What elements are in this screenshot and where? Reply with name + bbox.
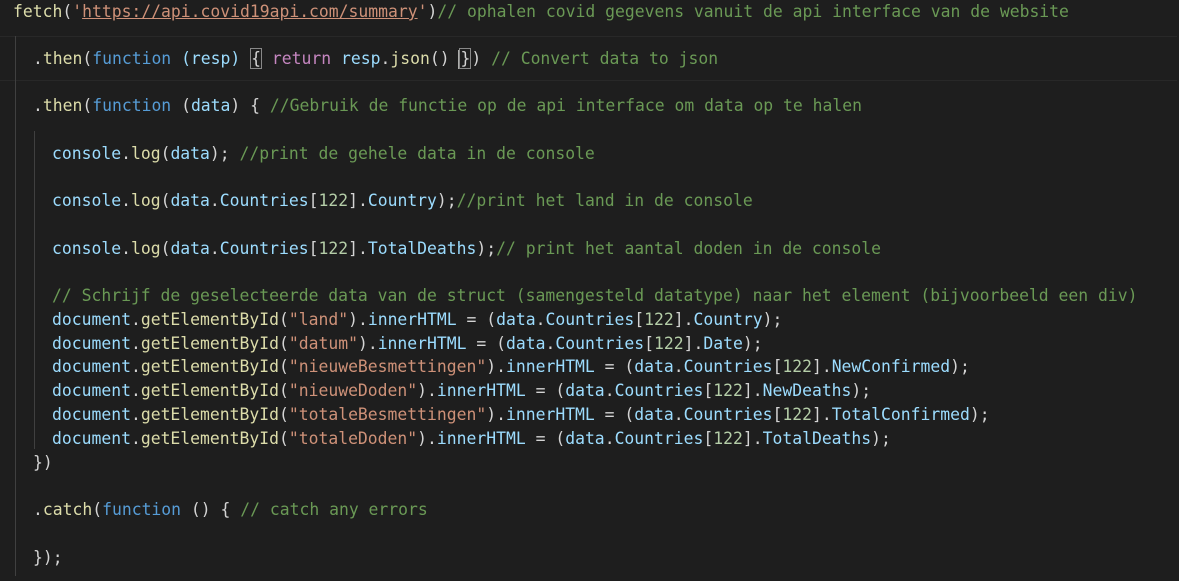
indent-guide <box>15 36 16 576</box>
code-line-2[interactable]: .then(function (resp) { return resp.json… <box>33 47 1179 70</box>
code-line-8[interactable]: document.getElementById("land").innerHTM… <box>52 308 1179 331</box>
code-line-10[interactable]: document.getElementById("nieuweBesmettin… <box>52 355 1179 378</box>
code-line-14[interactable]: }) <box>33 451 1179 474</box>
code-comment: // Schrijf de geselecteerde data van de … <box>52 286 1138 305</box>
code-line-11[interactable]: document.getElementById("nieuweDoden").i… <box>52 379 1179 402</box>
code-line-15[interactable]: .catch(function () { // catch any errors <box>33 498 1179 521</box>
indent-guide <box>34 131 35 449</box>
code-comment: //Gebruik de functie op de api interface… <box>269 96 862 115</box>
matched-bracket: { <box>250 48 263 69</box>
code-comment: //print het land in de console <box>456 191 753 210</box>
code-line-9[interactable]: document.getElementById("datum").innerHT… <box>52 332 1179 355</box>
code-comment: // Convert data to json <box>491 49 719 68</box>
code-line-13[interactable]: document.getElementById("totaleDoden").i… <box>52 427 1179 450</box>
api-url-link[interactable]: https://api.covid19api.com/summary <box>82 2 418 21</box>
matched-bracket: } <box>459 48 472 69</box>
code-line-6[interactable]: console.log(data.Countries[122].TotalDea… <box>52 237 1179 260</box>
code-comment: // ophalen covid gegevens vanuit de api … <box>437 2 1069 21</box>
code-comment: // print het aantal doden in de console <box>496 239 882 258</box>
code-line-5[interactable]: console.log(data.Countries[122].Country)… <box>52 189 1179 212</box>
code-line-4[interactable]: console.log(data); //print de gehele dat… <box>52 142 1179 165</box>
fetch-call: fetch <box>13 2 63 21</box>
code-line-3[interactable]: .then(function (data) { //Gebruik de fun… <box>33 94 1179 117</box>
code-editor[interactable]: fetch('https://api.covid19api.com/summar… <box>0 0 1179 581</box>
code-comment: // catch any errors <box>240 500 428 519</box>
code-line-7[interactable]: // Schrijf de geselecteerde data van de … <box>52 284 1179 307</box>
code-line-16[interactable]: }); <box>33 546 1179 569</box>
code-comment: //print de gehele data in de console <box>239 144 595 163</box>
code-line-12[interactable]: document.getElementById("totaleBesmettin… <box>52 403 1179 426</box>
code-line-1[interactable]: fetch('https://api.covid19api.com/summar… <box>13 0 1179 23</box>
